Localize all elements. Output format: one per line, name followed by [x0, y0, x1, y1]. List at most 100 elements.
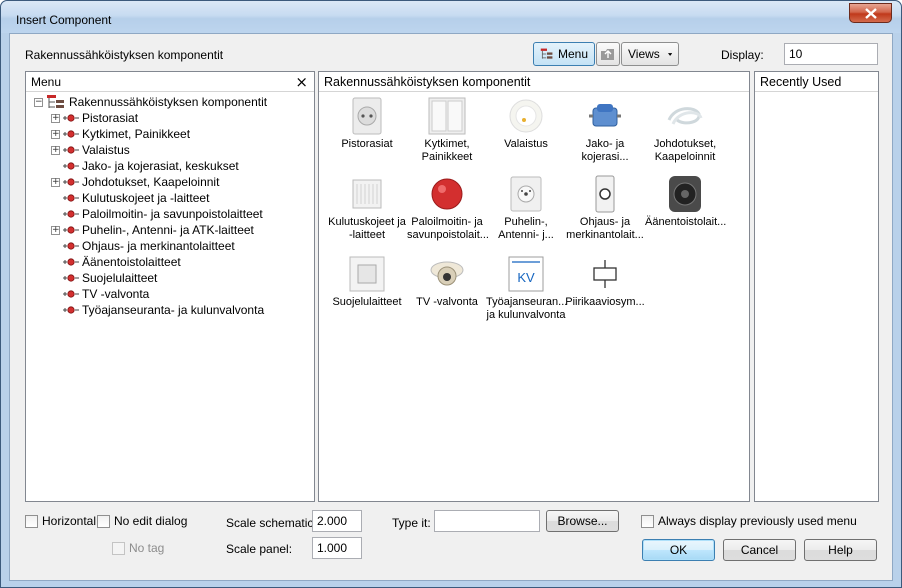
- component-label: Painikkeet: [421, 151, 473, 163]
- tree-item[interactable]: + Johdotukset, Kaapeloinnit: [51, 174, 219, 190]
- tree-item[interactable]: + Puhelin-, Antenni- ja ATK-laitteet: [51, 222, 254, 238]
- dialog-body: Rakennussähköistyksen komponentit Menu V…: [9, 33, 893, 581]
- recently-used-panel: Recently Used: [754, 71, 879, 502]
- tree-item-label: Pistorasiat: [82, 111, 139, 125]
- tree-item[interactable]: + Pistorasiat: [51, 110, 138, 126]
- tree-item[interactable]: Työajanseuranta- ja kulunvalvonta: [51, 302, 264, 318]
- component-label: Antenni- j...: [498, 229, 554, 241]
- component-item[interactable]: Kulutuskojeet ja -laitteet: [327, 174, 407, 242]
- component-label: Kaapeloinnit: [654, 151, 716, 163]
- component-item[interactable]: Valaistus: [486, 96, 566, 151]
- tree-item[interactable]: Kulutuskojeet ja -laitteet: [51, 190, 209, 206]
- menu-tree-icon: [540, 48, 553, 59]
- component-node-icon: [63, 114, 79, 122]
- tree-item[interactable]: Ohjaus- ja merkinantolaitteet: [51, 238, 235, 254]
- lamp-icon: [509, 99, 543, 133]
- no-edit-dialog-checkbox[interactable]: No edit dialog: [97, 514, 187, 528]
- checkbox-box[interactable]: [25, 514, 38, 528]
- menu-tree-panel: Menu × − Rakennussähköistyksen komponent…: [25, 71, 315, 502]
- component-item[interactable]: Jako- ja kojerasi...: [565, 96, 645, 164]
- component-item[interactable]: Piirikaaviosym...: [565, 254, 645, 309]
- checkbox-box[interactable]: [97, 514, 110, 528]
- expand-icon[interactable]: +: [51, 177, 60, 187]
- current-path-label: Rakennussähköistyksen komponentit: [25, 48, 224, 62]
- ok-button[interactable]: OK: [642, 539, 715, 561]
- component-item[interactable]: KV Työajanseuran... ja kulunvalvonta: [486, 254, 568, 322]
- component-item[interactable]: Puhelin-, Antenni- j...: [486, 174, 566, 242]
- menu-panel-close-icon[interactable]: ×: [295, 73, 308, 91]
- tree-root[interactable]: − Rakennussähköistyksen komponentit: [34, 94, 267, 110]
- switch-icon: [428, 97, 466, 135]
- component-item[interactable]: Äänentoistolait...: [645, 174, 727, 229]
- help-button[interactable]: Help: [804, 539, 877, 561]
- collapse-icon[interactable]: −: [34, 97, 43, 107]
- up-folder-button[interactable]: [596, 42, 620, 66]
- components-panel-header: Rakennussähköistyksen komponentit: [319, 72, 749, 92]
- no-tag-checkbox[interactable]: No tag: [112, 541, 164, 555]
- expand-icon[interactable]: +: [51, 225, 60, 235]
- scale-schematic-input[interactable]: 2.000: [312, 510, 362, 532]
- component-item[interactable]: TV -valvonta: [407, 254, 487, 309]
- component-label: Jako- ja: [585, 138, 625, 150]
- always-display-checkbox[interactable]: Always display previously used menu: [641, 514, 857, 528]
- tree-item[interactable]: TV -valvonta: [51, 286, 149, 302]
- type-it-input[interactable]: [434, 510, 540, 532]
- component-node-icon: [63, 226, 79, 234]
- tree-item[interactable]: Äänentoistolaitteet: [51, 254, 181, 270]
- menu-panel-title: Menu: [31, 75, 62, 89]
- tree-item-label: Paloilmoitin- ja savunpoistolaitteet: [82, 207, 263, 221]
- views-dropdown-button[interactable]: Views: [621, 42, 679, 66]
- component-label: Työajanseuran...: [486, 296, 568, 308]
- checkbox-box[interactable]: [112, 541, 125, 555]
- socket-icon: [352, 97, 382, 135]
- tree-item-label: Työajanseuranta- ja kulunvalvonta: [82, 303, 265, 317]
- expand-icon[interactable]: +: [51, 113, 60, 123]
- checkbox-box[interactable]: [641, 514, 654, 528]
- component-node-icon: [63, 258, 79, 266]
- component-label: Pistorasiat: [341, 138, 393, 150]
- component-node-icon: [63, 162, 79, 170]
- component-item[interactable]: Johdotukset, Kaapeloinnit: [645, 96, 725, 164]
- component-label: merkinantolait...: [566, 229, 644, 241]
- component-node-icon: [63, 306, 79, 314]
- component-label: kojerasi...: [581, 151, 629, 163]
- protection-device-icon: [349, 256, 385, 292]
- components-panel: Rakennussähköistyksen komponentit Pistor…: [318, 71, 750, 502]
- horizontal-checkbox[interactable]: Horizontal: [25, 514, 96, 528]
- component-item[interactable]: Pistorasiat: [327, 96, 407, 151]
- browse-button[interactable]: Browse...: [546, 510, 619, 532]
- component-label: TV -valvonta: [416, 296, 478, 308]
- tree-item[interactable]: Paloilmoitin- ja savunpoistolaitteet: [51, 206, 263, 222]
- component-node-icon: [63, 290, 79, 298]
- tree-item[interactable]: Suojelulaitteet: [51, 270, 157, 286]
- component-item[interactable]: Suojelulaitteet: [327, 254, 407, 309]
- component-label: Puhelin-,: [504, 216, 548, 228]
- component-node-icon: [63, 130, 79, 138]
- folder-up-icon: [601, 49, 614, 60]
- views-button-label: Views: [628, 47, 660, 61]
- scale-panel-input[interactable]: 1.000: [312, 537, 362, 559]
- component-label: Paloilmoitin- ja: [411, 216, 483, 228]
- tree-item-label: TV -valvonta: [82, 287, 150, 301]
- cctv-camera-icon: [430, 261, 464, 286]
- tree-item[interactable]: + Kytkimet, Painikkeet: [51, 126, 190, 142]
- tree-item-label: Kytkimet, Painikkeet: [82, 127, 191, 141]
- tree-item[interactable]: Jako- ja kojerasiat, keskukset: [51, 158, 239, 174]
- component-item[interactable]: Kytkimet, Painikkeet: [407, 96, 487, 164]
- cancel-button[interactable]: Cancel: [723, 539, 796, 561]
- display-count-input[interactable]: 10: [784, 43, 878, 65]
- component-item[interactable]: Ohjaus- ja merkinantolait...: [565, 174, 645, 242]
- window-close-button[interactable]: [849, 3, 892, 23]
- component-node-icon: [63, 146, 79, 154]
- recently-used-header: Recently Used: [755, 72, 878, 92]
- no-edit-dialog-label: No edit dialog: [114, 514, 188, 528]
- tree-item-label: Valaistus: [82, 143, 130, 157]
- tree-item[interactable]: + Valaistus: [51, 142, 130, 158]
- expand-icon[interactable]: +: [51, 145, 60, 155]
- component-item[interactable]: Paloilmoitin- ja savunpoistolait...: [407, 174, 489, 242]
- component-label: Äänentoistolait...: [645, 216, 727, 228]
- expand-icon[interactable]: +: [51, 129, 60, 139]
- menu-toggle-button[interactable]: Menu: [533, 42, 595, 66]
- title-bar[interactable]: Insert Component: [1, 1, 901, 33]
- menu-panel-header: Menu ×: [26, 72, 314, 92]
